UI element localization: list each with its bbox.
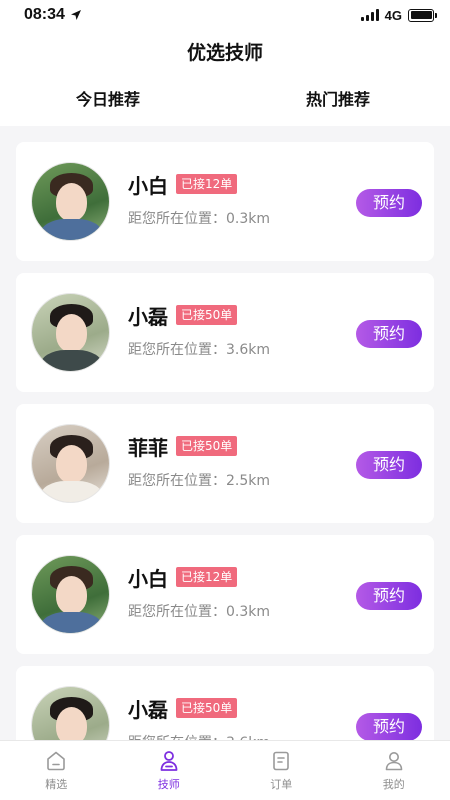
technician-card[interactable]: 菲菲 已接50单 距您所在位置：2.5km 预约 [16,404,434,523]
book-button[interactable]: 预约 [356,189,422,217]
tabbar-label: 精选 [45,778,68,791]
technician-card[interactable]: 小磊 已接50单 距您所在位置：3.6km 预约 [16,666,434,740]
tabbar-item-profile[interactable]: 我的 [338,741,450,800]
recommend-tabs: 今日推荐 热门推荐 [0,86,450,116]
book-button[interactable]: 预约 [356,451,422,479]
status-indicators: 4G [360,7,437,23]
tab-today-recommend[interactable]: 今日推荐 [76,86,140,110]
technician-name: 菲菲 [128,436,168,460]
status-time-text: 08:34 [24,6,65,23]
avatar [31,686,110,740]
status-bar: 08:34 4G [0,0,450,30]
distance-text: 距您所在位置：3.6km [128,342,271,358]
tabbar-item-featured[interactable]: 精选 [0,741,113,800]
avatar [31,555,110,634]
tabbar-item-orders[interactable]: 订单 [225,741,338,800]
order-count-badge: 已接50单 [176,436,238,456]
network-type: 4G [384,7,402,23]
location-arrow-icon [70,10,81,20]
tabbar-label: 技师 [157,778,180,791]
technician-name: 小磊 [128,698,168,722]
order-icon [273,751,290,771]
technician-card[interactable]: 小磊 已接50单 距您所在位置：3.6km 预约 [16,273,434,392]
distance-text: 距您所在位置：0.3km [128,604,271,620]
order-count-badge: 已接50单 [176,698,238,718]
bottom-tab-bar: 精选 技师 订单 我的 [0,740,450,800]
book-button[interactable]: 预约 [356,320,422,348]
distance-text: 距您所在位置：2.5km [128,473,271,489]
distance-text: 距您所在位置：0.3km [128,211,271,227]
tabbar-label: 订单 [270,778,293,791]
technician-card[interactable]: 小白 已接12单 距您所在位置：0.3km 预约 [16,535,434,654]
tabbar-item-technician[interactable]: 技师 [113,741,226,800]
home-icon [47,751,66,771]
technician-name: 小白 [128,567,168,591]
book-button[interactable]: 预约 [356,713,422,740]
technician-card[interactable]: 小白 已接12单 距您所在位置：0.3km 预约 [16,142,434,261]
order-count-badge: 已接50单 [176,305,238,325]
tab-hot-recommend[interactable]: 热门推荐 [306,86,370,110]
status-time: 08:34 [24,6,82,24]
technician-name: 小白 [128,174,168,198]
distance-text: 距您所在位置：3.6km [128,732,270,740]
header: 优选技师 今日推荐 热门推荐 [0,30,450,126]
technician-icon [160,751,178,771]
avatar [31,424,110,503]
technician-list[interactable]: 小白 已接12单 距您所在位置：0.3km 预约 小磊 已接50单 距您所在位置… [0,126,450,740]
avatar [31,293,110,372]
order-count-badge: 已接12单 [176,567,238,587]
technician-name: 小磊 [128,305,168,329]
book-button[interactable]: 预约 [356,582,422,610]
tabbar-label: 我的 [382,778,405,791]
order-count-badge: 已接12单 [176,174,238,194]
signal-icon [360,9,379,21]
profile-icon [385,752,403,771]
avatar [31,162,110,241]
battery-icon [408,8,437,22]
page-title: 优选技师 [186,42,263,64]
